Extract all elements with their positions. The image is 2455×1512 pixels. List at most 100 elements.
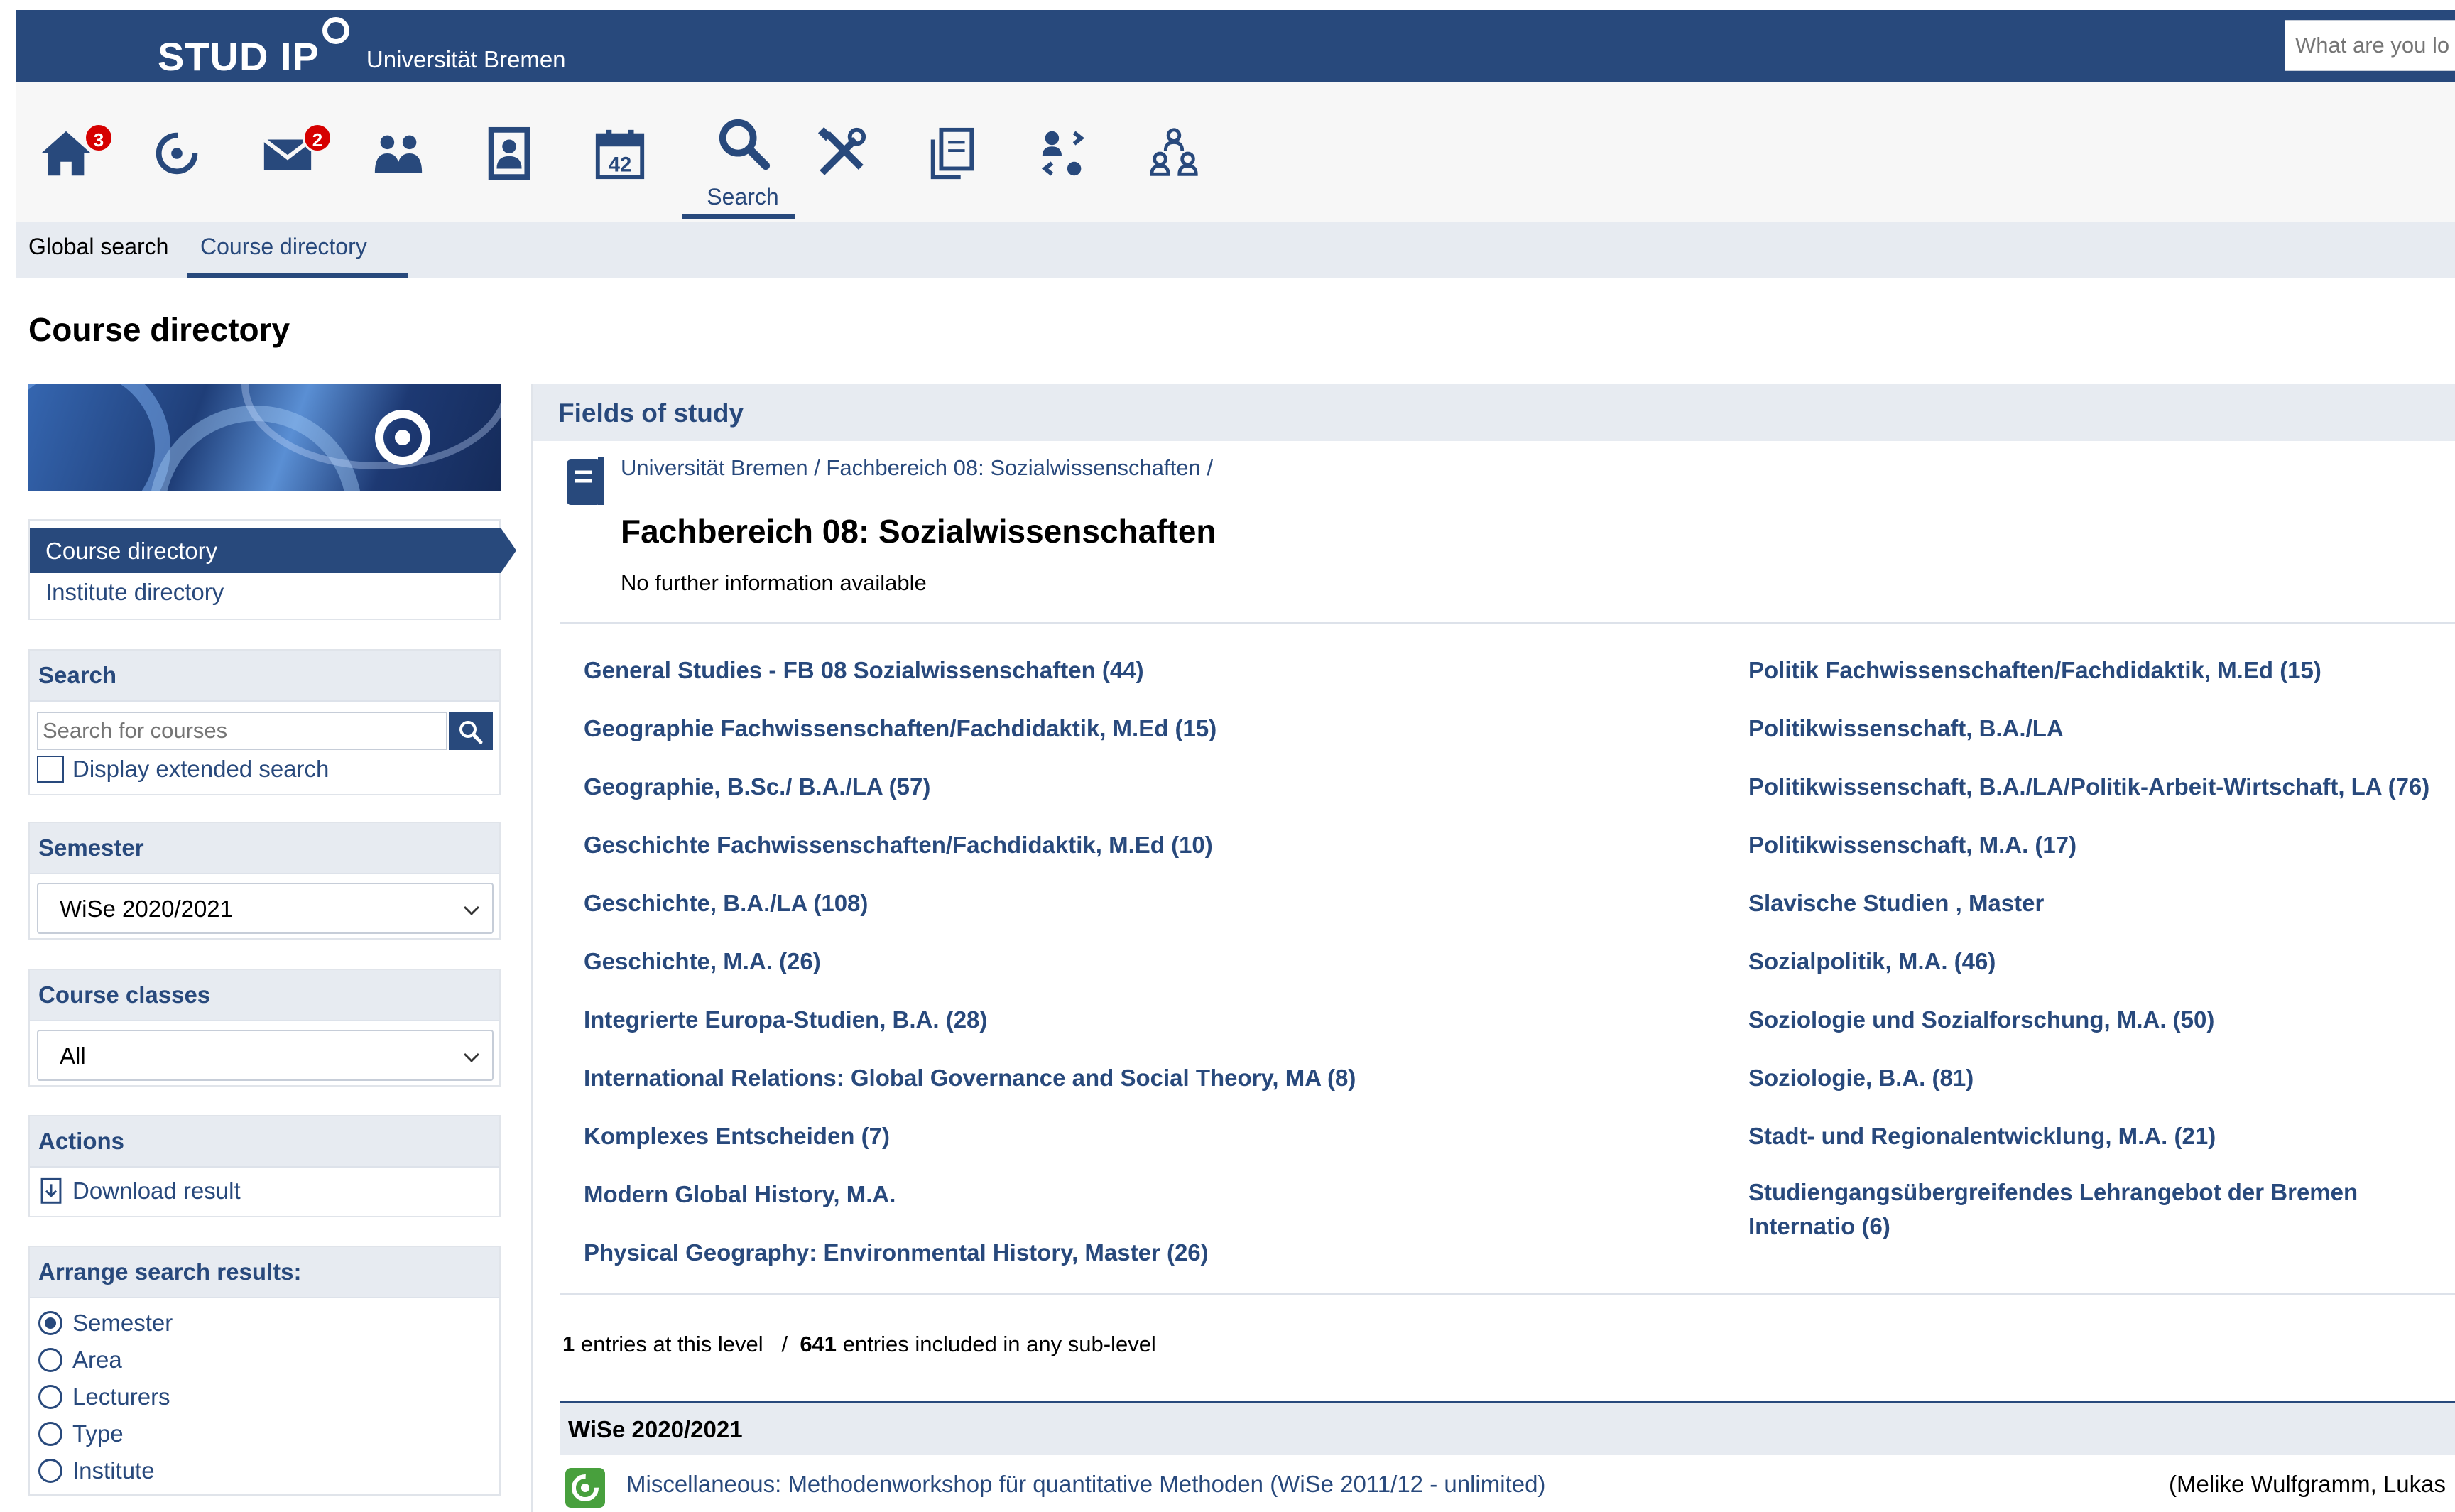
sidebar-semester-widget: Semester WiSe 2020/2021 xyxy=(28,822,501,940)
radio-button[interactable] xyxy=(38,1422,62,1446)
arrange-widget-title: Arrange search results: xyxy=(30,1247,499,1298)
radio-label: Lecturers xyxy=(72,1383,170,1410)
quicksearch-input[interactable] xyxy=(2285,20,2455,71)
banner-logo-dot xyxy=(395,430,410,445)
nav-contacts[interactable] xyxy=(1018,116,1095,194)
nav-search[interactable]: Search xyxy=(686,116,800,210)
field-of-study-link[interactable]: Geschichte, M.A. (26) xyxy=(584,948,821,975)
search-icon xyxy=(719,119,771,170)
actions-widget-title: Actions xyxy=(30,1116,499,1168)
studip-logo[interactable]: STUD IP Universität Bremen xyxy=(158,17,566,79)
course-link[interactable]: Miscellaneous: Methodenworkshop für quan… xyxy=(626,1471,1545,1498)
main-content: Fields of study Universität Bremen / Fac… xyxy=(531,384,2455,1512)
field-of-study-link[interactable]: Soziologie und Sozialforschung, M.A. (50… xyxy=(1748,1006,2214,1033)
nav-calendar[interactable]: 42 xyxy=(575,116,652,194)
divider xyxy=(560,622,2455,624)
download-file-icon xyxy=(40,1177,62,1204)
field-of-study-link[interactable]: Politikwissenschaft, B.A./LA/Politik-Arb… xyxy=(1748,773,2429,800)
files-icon xyxy=(930,127,974,180)
chevron-down-icon xyxy=(464,900,479,915)
field-of-study-link[interactable]: Stadt- und Regionalentwicklung, M.A. (21… xyxy=(1748,1123,2216,1150)
sidebar-item-course-directory[interactable]: Course directory xyxy=(30,528,516,573)
sidebar-actions-widget: Actions Download result xyxy=(28,1115,501,1217)
fields-of-study-header: Fields of study xyxy=(533,384,2455,441)
field-of-study-link[interactable]: International Relations: Global Governan… xyxy=(584,1065,1356,1092)
nav-profile[interactable] xyxy=(464,116,541,194)
course-search-input[interactable] xyxy=(37,712,447,750)
course-classes-select[interactable]: All xyxy=(37,1030,494,1081)
university-name: Universität Bremen xyxy=(366,46,566,72)
radio-label: Type xyxy=(72,1420,124,1447)
nav-admin[interactable] xyxy=(1129,116,1206,194)
nav-tools[interactable] xyxy=(797,116,873,194)
field-of-study-link[interactable]: Politikwissenschaft, M.A. (17) xyxy=(1748,832,2076,859)
course-classes-widget-title: Course classes xyxy=(30,970,499,1021)
entries-sub-text: entries included in any sub-level xyxy=(842,1332,1156,1356)
radio-button[interactable] xyxy=(38,1311,62,1335)
radio-label: Area xyxy=(72,1347,122,1373)
tab-bar: Global search Course directory xyxy=(16,222,2455,278)
radio-button[interactable] xyxy=(38,1385,62,1409)
entries-sub-count: 641 xyxy=(800,1332,837,1356)
course-classes-select-value: All xyxy=(60,1043,86,1069)
field-of-study-link[interactable]: Geographie Fachwissenschaften/Fachdidakt… xyxy=(584,715,1216,742)
semester-group-header: WiSe 2020/2021 xyxy=(560,1401,2455,1455)
field-of-study-link[interactable]: Soziologie, B.A. (81) xyxy=(1748,1065,1974,1092)
radio-button[interactable] xyxy=(38,1348,62,1372)
radio-label: Institute xyxy=(72,1457,155,1484)
search-widget-title: Search xyxy=(30,651,499,702)
nav-studip[interactable] xyxy=(132,116,209,194)
extended-search-label[interactable]: Display extended search xyxy=(72,756,329,783)
semester-select-value: WiSe 2020/2021 xyxy=(60,896,234,922)
nav-messages[interactable]: 2 xyxy=(243,116,332,194)
active-nav-underline xyxy=(682,214,795,219)
field-of-study-link[interactable]: Sozialpolitik, M.A. (46) xyxy=(1748,948,1996,975)
brand-ring-icon xyxy=(322,17,349,44)
tab-global-search[interactable]: Global search xyxy=(28,234,168,260)
nav-community[interactable] xyxy=(354,116,430,194)
nav-search-label: Search xyxy=(707,184,779,210)
tab-course-directory[interactable]: Course directory xyxy=(200,234,367,260)
faculty-description: No further information available xyxy=(621,570,927,595)
sidebar-arrange-widget: Arrange search results: Semester Area Le… xyxy=(28,1246,501,1496)
field-of-study-link[interactable]: Geschichte Fachwissenschaften/Fachdidakt… xyxy=(584,832,1213,859)
calendar-day: 42 xyxy=(609,153,632,176)
semester-widget-title: Semester xyxy=(30,823,499,874)
banner-swoosh xyxy=(28,384,170,491)
calendar-icon: 42 xyxy=(595,129,645,180)
sidebar-item-institute-directory[interactable]: Institute directory xyxy=(45,579,224,606)
entries-separator: / xyxy=(781,1332,788,1356)
extended-search-checkbox[interactable] xyxy=(37,756,64,783)
studip-icon xyxy=(156,132,198,175)
course-search-button[interactable] xyxy=(449,712,493,750)
course-status-icon xyxy=(565,1468,605,1508)
entries-level-count: 1 xyxy=(562,1332,575,1356)
field-of-study-link[interactable]: Politikwissenschaft, B.A./LA xyxy=(1748,715,2064,742)
field-of-study-link[interactable]: Geschichte, B.A./LA (108) xyxy=(584,890,868,917)
sidebar-search-widget: Search Display extended search xyxy=(28,649,501,795)
field-of-study-link[interactable]: Studiengangsübergreifendes Lehrangebot d… xyxy=(1748,1175,2451,1244)
sidebar-course-classes-widget: Course classes All xyxy=(28,969,501,1087)
entries-level-text: entries at this level xyxy=(580,1332,763,1356)
contacts-icon xyxy=(1041,131,1085,176)
chevron-down-icon xyxy=(464,1047,479,1062)
field-of-study-link[interactable]: General Studies - FB 08 Sozialwissenscha… xyxy=(584,657,1144,684)
nav-home[interactable]: 3 xyxy=(21,116,114,194)
brand-text: STUD IP xyxy=(158,34,320,79)
divider xyxy=(560,1293,2455,1295)
field-of-study-link[interactable]: Geographie, B.Sc./ B.A./LA (57) xyxy=(584,773,930,800)
faculty-title: Fachbereich 08: Sozialwissenschaften xyxy=(621,513,1216,550)
field-of-study-link[interactable]: Politik Fachwissenschaften/Fachdidaktik,… xyxy=(1748,657,2321,684)
field-of-study-link[interactable]: Komplexes Entscheiden (7) xyxy=(584,1123,890,1150)
field-of-study-link[interactable]: Physical Geography: Environmental Histor… xyxy=(584,1239,1209,1266)
top-bar: STUD IP Universität Bremen xyxy=(16,10,2455,82)
admin-icon xyxy=(1150,128,1198,176)
field-of-study-link[interactable]: Modern Global History, M.A. xyxy=(584,1181,896,1208)
download-result-link[interactable]: Download result xyxy=(72,1177,241,1204)
radio-button[interactable] xyxy=(38,1459,62,1483)
field-of-study-link[interactable]: Integrierte Europa-Studien, B.A. (28) xyxy=(584,1006,987,1033)
field-of-study-link[interactable]: Slavische Studien , Master xyxy=(1748,890,2044,917)
nav-files[interactable] xyxy=(908,116,984,194)
semester-select[interactable]: WiSe 2020/2021 xyxy=(37,883,494,934)
breadcrumb[interactable]: Universität Bremen / Fachbereich 08: Soz… xyxy=(621,455,1213,481)
